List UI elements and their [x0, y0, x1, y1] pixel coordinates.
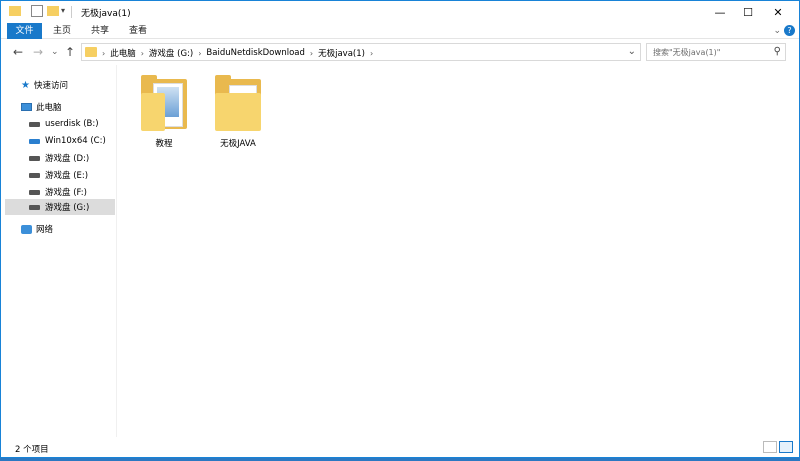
chevron-right-icon[interactable]: › [370, 49, 373, 58]
sidebar-item-drive-b[interactable]: userdisk (B:) [5, 116, 115, 132]
sidebar-item-quick-access[interactable]: ★ 快速访问 [21, 77, 131, 93]
tab-home[interactable]: 主页 [47, 23, 77, 39]
tab-view[interactable]: 查看 [123, 23, 153, 39]
folder-item[interactable]: 无极JAVA [203, 75, 273, 149]
star-icon: ★ [21, 79, 30, 91]
tab-file[interactable]: 文件 [7, 23, 42, 39]
sidebar-item-label: 此电脑 [36, 103, 62, 113]
help-icon[interactable]: ? [784, 25, 795, 36]
chevron-right-icon[interactable]: › [310, 49, 313, 58]
item-count: 2 个项目 [15, 445, 49, 455]
sidebar-item-label: 游戏盘 (G:) [45, 203, 90, 213]
computer-icon [21, 103, 32, 111]
minimize-button[interactable]: — [705, 1, 735, 23]
sidebar-item-label: 游戏盘 (D:) [45, 154, 90, 164]
forward-button[interactable]: → [33, 45, 43, 59]
recent-locations-icon[interactable]: ⌄ [51, 47, 59, 57]
address-bar[interactable]: › 此电脑 › 游戏盘 (G:) › BaiduNetdiskDownload … [81, 43, 641, 61]
sidebar-item-label: userdisk (B:) [45, 119, 99, 129]
sidebar-item-label: 网络 [36, 225, 54, 235]
drive-icon [29, 121, 40, 127]
sidebar-item-drive-e[interactable]: 游戏盘 (E:) [5, 167, 115, 183]
address-dropdown-icon[interactable]: ⌄ [628, 46, 636, 57]
sidebar-item-label: 快速访问 [33, 81, 68, 91]
ribbon-expand-icon[interactable]: ⌄ [773, 26, 781, 36]
maximize-button[interactable]: ☐ [733, 1, 763, 23]
sidebar-item-label: 游戏盘 (E:) [45, 171, 89, 181]
folder-item[interactable]: 教程 [129, 75, 199, 149]
breadcrumb: › 此电脑 › 游戏盘 (G:) › BaiduNetdiskDownload … [102, 47, 373, 59]
folder-name: 无极JAVA [220, 139, 256, 149]
ribbon-tabs: 文件 主页 共享 查看 ⌄ ? [1, 23, 799, 39]
sidebar-item-this-pc[interactable]: 此电脑 [21, 99, 131, 115]
windows-drive-icon [29, 138, 40, 144]
folder-icon [215, 75, 261, 131]
large-icons-view-icon[interactable] [779, 441, 793, 453]
drive-icon [29, 172, 40, 178]
folder-icon [85, 47, 97, 57]
drive-icon [29, 189, 40, 195]
sidebar-item-drive-g[interactable]: 游戏盘 (G:) [5, 199, 115, 215]
close-button[interactable]: ✕ [763, 1, 793, 23]
up-button[interactable]: ↑ [65, 45, 75, 59]
chevron-right-icon[interactable]: › [141, 49, 144, 58]
folder-name: 教程 [155, 139, 173, 149]
sidebar-item-label: 游戏盘 (F:) [45, 188, 87, 198]
tab-share[interactable]: 共享 [85, 23, 115, 39]
details-view-icon[interactable] [763, 441, 777, 453]
search-input[interactable]: 搜索"无极java(1)" ⚲ [646, 43, 786, 61]
status-bar: 2 个项目 [1, 437, 799, 457]
chevron-right-icon[interactable]: › [198, 49, 201, 58]
search-icon[interactable]: ⚲ [774, 46, 781, 57]
sidebar-item-network[interactable]: 网络 [21, 221, 131, 237]
sidebar-item-drive-d[interactable]: 游戏盘 (D:) [5, 150, 115, 166]
crumb-this-pc[interactable]: 此电脑 [110, 47, 136, 59]
network-icon [21, 224, 32, 234]
crumb-current-folder[interactable]: 无极java(1) [318, 47, 365, 59]
file-list: 教程 无极JAVA [119, 65, 789, 437]
drive-icon [29, 204, 40, 210]
sidebar-item-label: Win10x64 (C:) [45, 136, 106, 146]
crumb-baidunetdisk[interactable]: BaiduNetdiskDownload [206, 48, 304, 58]
explorer-window: ▾ 无极java(1) — ☐ ✕ 文件 主页 共享 查看 ⌄ ? ← → ⌄ … [0, 0, 800, 458]
properties-icon[interactable] [31, 5, 43, 17]
sidebar-item-drive-f[interactable]: 游戏盘 (F:) [5, 184, 115, 200]
navigation-pane: ★ 快速访问 此电脑 userdisk (B:) Win10x64 (C:) 游… [1, 65, 117, 437]
search-placeholder: 搜索"无极java(1)" [653, 48, 721, 57]
new-folder-icon[interactable] [47, 6, 59, 16]
folder-icon [141, 75, 187, 131]
window-title: 无极java(1) [81, 9, 131, 19]
folder-icon [9, 6, 21, 16]
sidebar-item-drive-c[interactable]: Win10x64 (C:) [5, 133, 115, 149]
crumb-drive-g[interactable]: 游戏盘 (G:) [149, 47, 193, 59]
separator [71, 6, 72, 18]
chevron-right-icon[interactable]: › [102, 49, 105, 58]
back-button[interactable]: ← [13, 45, 23, 59]
title-bar: ▾ 无极java(1) — ☐ ✕ [1, 1, 799, 23]
drive-icon [29, 155, 40, 161]
